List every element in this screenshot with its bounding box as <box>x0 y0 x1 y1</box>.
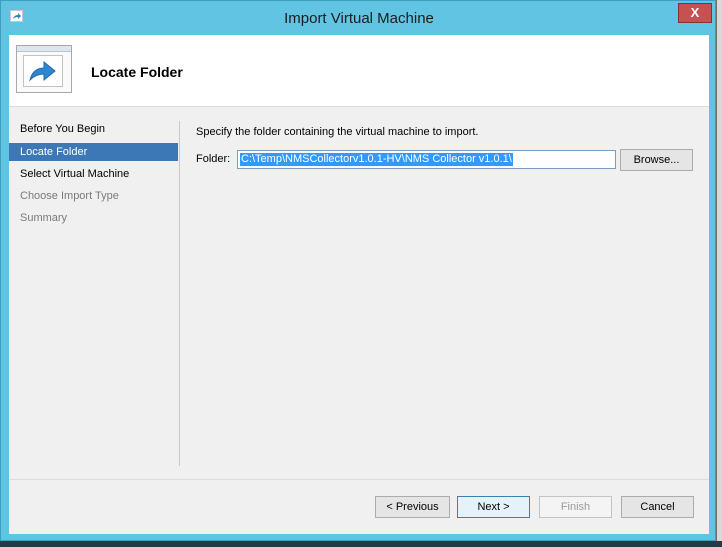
browse-button[interactable]: Browse... <box>620 149 693 171</box>
previous-button[interactable]: < Previous <box>375 496 450 518</box>
nav-divider <box>179 121 180 466</box>
wizard-steps-nav: Before You Begin Locate Folder Select Vi… <box>9 107 181 487</box>
background-window-edge <box>716 0 722 547</box>
footer-separator <box>9 479 709 480</box>
window-title: Import Virtual Machine <box>284 10 434 27</box>
folder-path-input[interactable]: C:\Temp\NMSCollectorv1.0.1-HV\NMS Collec… <box>237 150 616 169</box>
import-arrow-icon <box>16 45 72 93</box>
wizard-header: Locate Folder <box>9 35 709 107</box>
wizard-body: Locate Folder Before You Begin Locate Fo… <box>9 35 709 534</box>
folder-label: Folder: <box>196 153 231 165</box>
nav-item-choose-import-type: Choose Import Type <box>20 190 119 202</box>
next-button[interactable]: Next > <box>457 496 530 518</box>
finish-button: Finish <box>539 496 612 518</box>
nav-item-locate-folder[interactable]: Locate Folder <box>9 143 178 161</box>
page-title: Locate Folder <box>91 64 183 80</box>
nav-item-before-you-begin[interactable]: Before You Begin <box>9 120 178 138</box>
nav-item-select-virtual-machine[interactable]: Select Virtual Machine <box>9 165 178 183</box>
close-button[interactable]: X <box>678 3 712 23</box>
desktop-strip <box>0 541 722 547</box>
folder-path-value: C:\Temp\NMSCollectorv1.0.1-HV\NMS Collec… <box>240 153 513 166</box>
import-vm-window: Import Virtual Machine X Locate Folder B… <box>0 0 716 541</box>
cancel-button[interactable]: Cancel <box>621 496 694 518</box>
instructions-text: Specify the folder containing the virtua… <box>196 126 479 138</box>
nav-item-summary: Summary <box>20 212 68 224</box>
title-bar[interactable]: Import Virtual Machine X <box>1 1 717 35</box>
